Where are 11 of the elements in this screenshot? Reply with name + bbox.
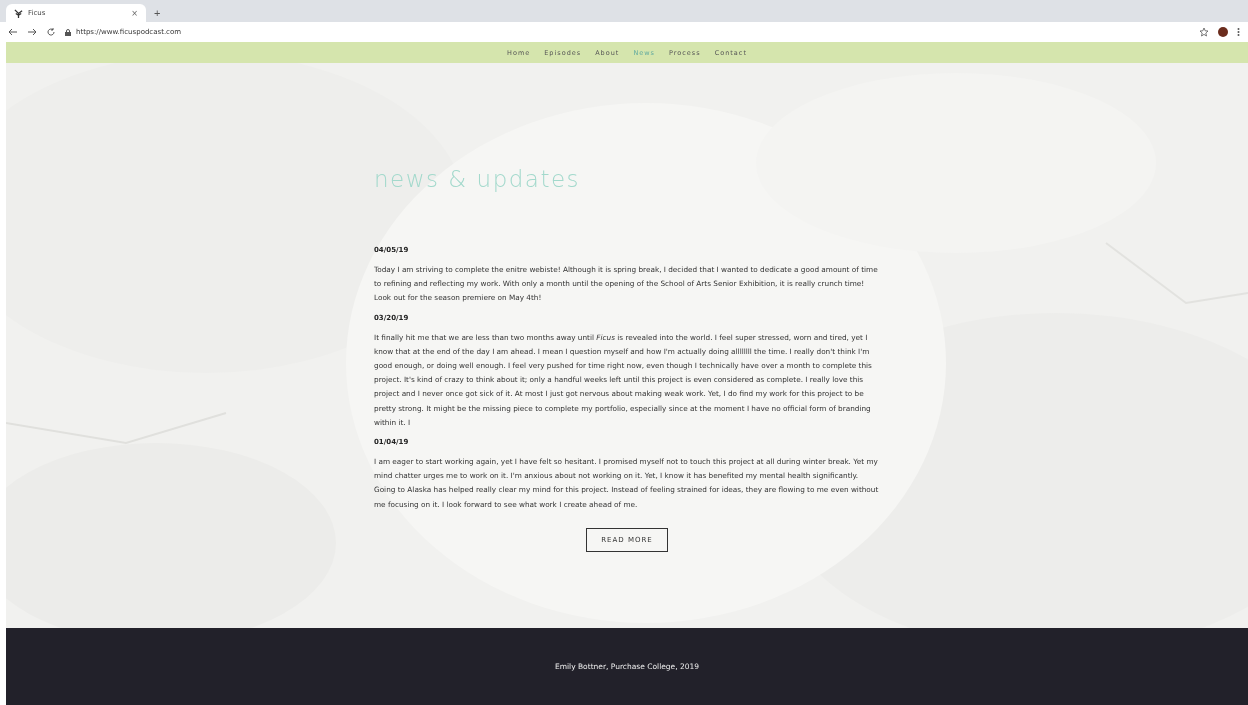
- forward-icon[interactable]: [27, 27, 37, 37]
- reload-icon[interactable]: [46, 27, 56, 37]
- lock-icon: [65, 28, 71, 36]
- avatar[interactable]: [1218, 27, 1228, 37]
- back-icon[interactable]: [8, 27, 18, 37]
- close-button[interactable]: ×: [131, 8, 138, 18]
- new-tab-button[interactable]: +: [154, 7, 161, 19]
- plant-icon: [14, 8, 23, 18]
- menu-icon[interactable]: [1237, 27, 1240, 37]
- star-icon[interactable]: [1199, 27, 1209, 37]
- page-heading: news & updates: [374, 166, 582, 192]
